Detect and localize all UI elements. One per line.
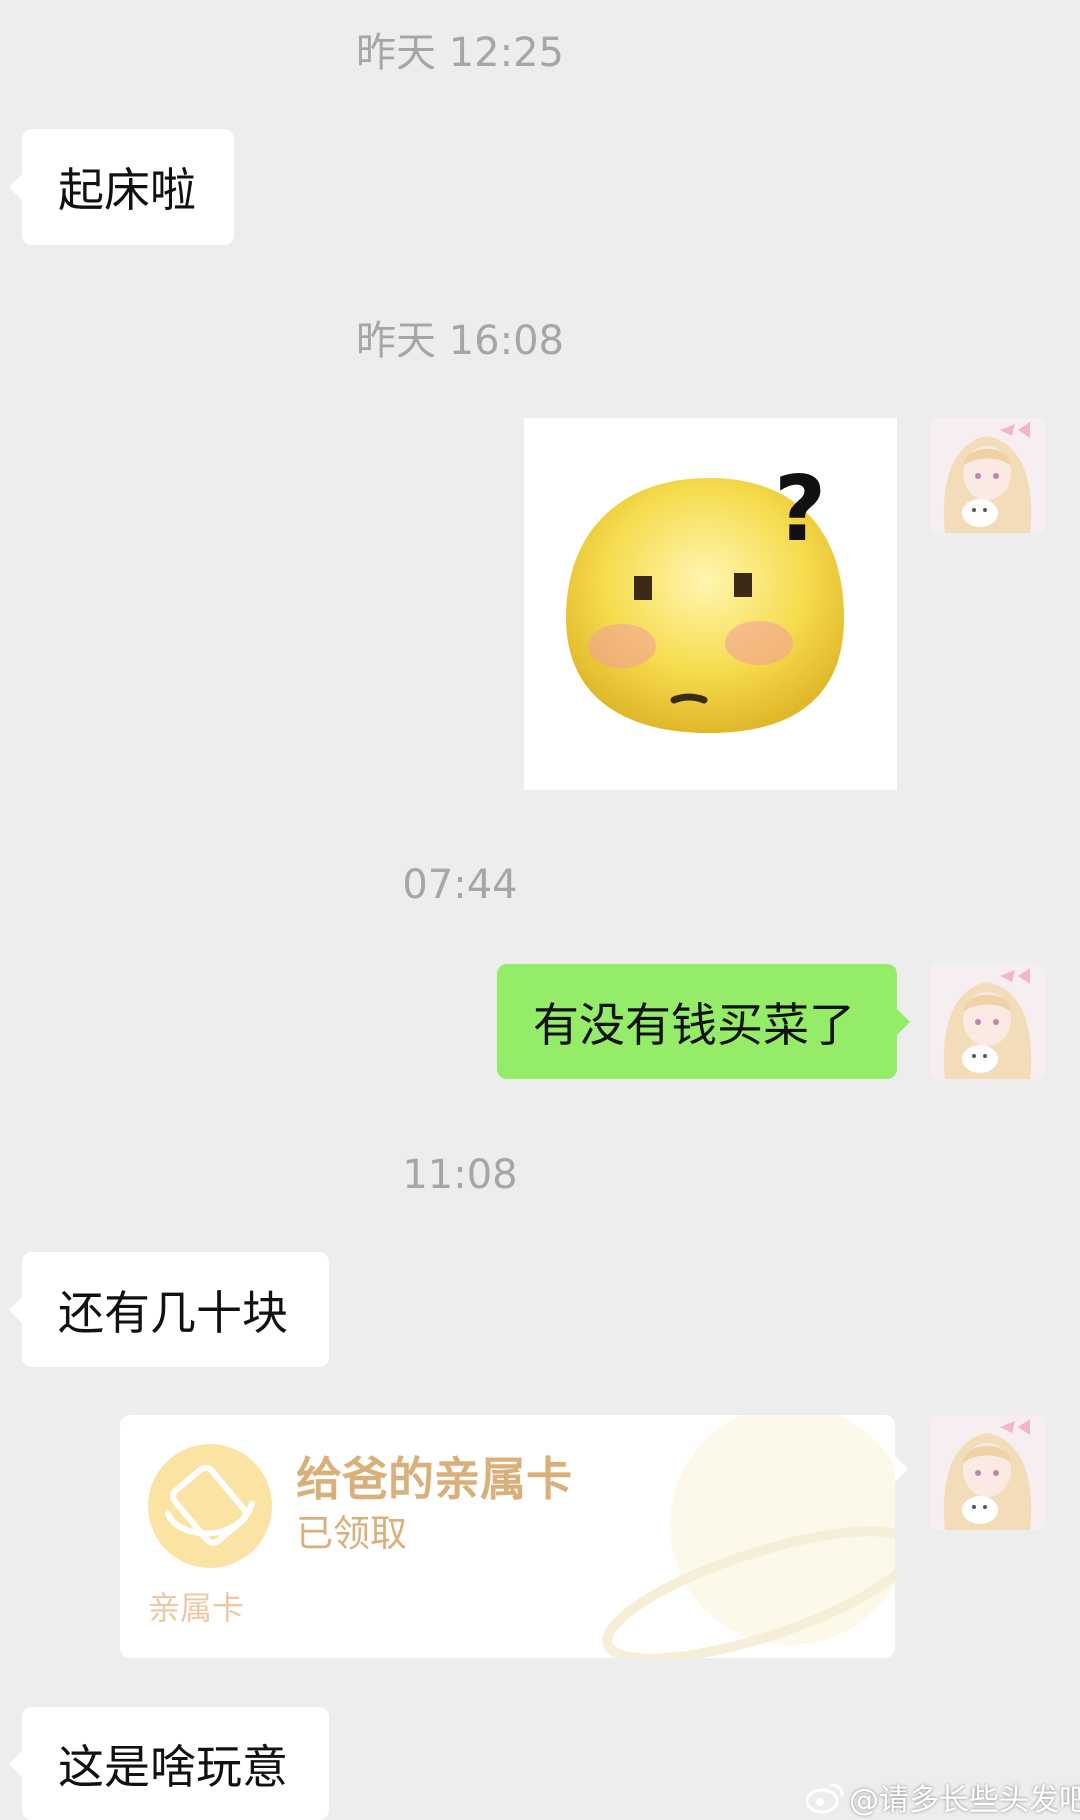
message-timestamp: 昨天 12:25 <box>356 30 564 76</box>
anime-girl-avatar-icon <box>930 418 1045 533</box>
family-card-footer-label: 亲属卡 <box>148 1589 245 1627</box>
family-card[interactable]: 给爸的亲属卡 已领取 亲属卡 <box>120 1415 895 1658</box>
anime-girl-avatar-icon <box>930 1415 1045 1530</box>
user-avatar[interactable] <box>930 964 1045 1079</box>
family-card-title: 给爸的亲属卡 <box>296 1452 572 1506</box>
incoming-message-bubble[interactable]: 还有几十块 <box>9 1252 329 1367</box>
incoming-message-bubble[interactable]: 起床啦 <box>9 129 234 245</box>
message-timestamp: 11:08 <box>402 1152 518 1198</box>
confused-emoji-sticker-icon: ? <box>566 457 844 733</box>
weibo-watermark: @请多长些头发吧 <box>805 1775 1080 1819</box>
message-text: 起床啦 <box>58 163 196 217</box>
user-avatar[interactable] <box>930 1415 1045 1530</box>
message-timestamp: 07:44 <box>402 862 518 908</box>
family-card-status: 已领取 <box>296 1512 407 1555</box>
svg-text:?: ? <box>774 457 826 562</box>
outgoing-message-bubble[interactable]: 有没有钱买菜了 <box>497 964 910 1079</box>
family-card-icon <box>148 1444 272 1568</box>
planet-decoration-icon <box>602 1415 895 1658</box>
incoming-message-bubble[interactable]: 这是啥玩意 <box>9 1707 329 1820</box>
message-text: 有没有钱买菜了 <box>533 997 855 1052</box>
message-timestamp: 昨天 16:08 <box>356 318 564 364</box>
anime-girl-avatar-icon <box>930 964 1045 1079</box>
user-avatar[interactable] <box>930 418 1045 533</box>
watermark-text: @请多长些头发吧 <box>849 1783 1080 1818</box>
message-text: 还有几十块 <box>58 1285 288 1340</box>
weibo-icon <box>805 1783 844 1814</box>
sticker-message[interactable]: ? <box>524 418 897 790</box>
message-text: 这是啥玩意 <box>58 1739 288 1794</box>
